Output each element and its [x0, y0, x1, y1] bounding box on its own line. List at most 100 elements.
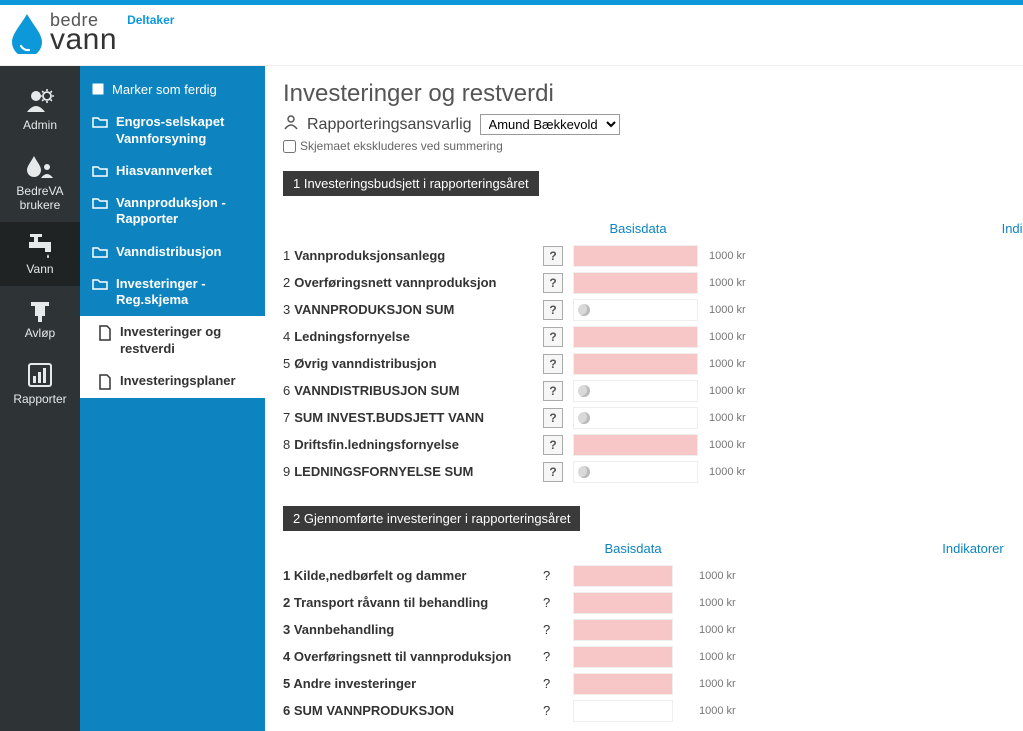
- section2-grid: Basisdata Indikatorer Basisdata 1 Kilde,…: [283, 541, 1023, 724]
- col-basisdata: Basisdata: [573, 541, 693, 556]
- sidebar-item-label: Engros-selskapet Vannforsyning: [116, 114, 253, 147]
- nav-brukere-label2: brukere: [0, 198, 80, 212]
- nav-rapporter-label: Rapporter: [0, 392, 80, 406]
- sidebar-item-0[interactable]: Engros-selskapet Vannforsyning: [80, 106, 265, 155]
- responsible-select[interactable]: Amund Bækkevold: [480, 114, 620, 135]
- table-row: 1Vannproduksjonsanlegg?1000 kr6132: [283, 242, 1023, 269]
- help-button[interactable]: ?: [543, 435, 563, 455]
- col-basisdata: Basisdata: [573, 221, 703, 236]
- logo: bedre vann Deltaker: [10, 11, 174, 55]
- unit-label: 1000 kr: [693, 651, 753, 663]
- row-label: 2Overføringsnett vannproduksjon: [283, 275, 543, 290]
- section1-columns: Basisdata Indikatorer 2016 Basisdata Ir: [283, 206, 1023, 236]
- sidebar-sub-1[interactable]: Investeringsplaner: [80, 365, 265, 398]
- exclude-label: Skjemaet ekskluderes ved summering: [300, 139, 503, 153]
- help-button[interactable]: ?: [543, 327, 563, 347]
- unit-label: 1000 kr: [693, 705, 753, 717]
- row-label: 4 Overføringsnett til vannproduksjon: [283, 649, 543, 664]
- help-button[interactable]: ?: [543, 568, 573, 583]
- help-button[interactable]: ?: [543, 462, 563, 482]
- nav-vann[interactable]: Vann: [0, 222, 80, 286]
- folder-icon: [92, 244, 108, 258]
- value-input[interactable]: [573, 673, 673, 695]
- drain-icon: [25, 298, 55, 322]
- row-label: 3 Vannbehandling: [283, 622, 543, 637]
- folder-icon: [92, 276, 108, 290]
- value-input[interactable]: [573, 434, 698, 456]
- help-button[interactable]: ?: [543, 595, 573, 610]
- page-title: Investeringer og restverdi: [283, 80, 1023, 108]
- exclude-row[interactable]: Skjemaet ekskluderes ved summering: [283, 139, 1023, 153]
- value-input[interactable]: [573, 565, 673, 587]
- sidebar-item-label: Vanndistribusjon: [116, 244, 221, 260]
- row-label: 6VANNDISTRIBUSJON SUM: [283, 383, 543, 398]
- users-drop-icon: [25, 154, 55, 180]
- value-input: [573, 299, 698, 321]
- sidebar-sub-0[interactable]: Investeringer og restverdi: [80, 316, 265, 365]
- value-input[interactable]: [573, 619, 673, 641]
- value-input[interactable]: [573, 592, 673, 614]
- sidebar-item-3[interactable]: Vanndistribusjon: [80, 236, 265, 268]
- help-button[interactable]: ?: [543, 622, 573, 637]
- sidebar-item-2[interactable]: Vannproduksjon - Rapporter: [80, 187, 265, 236]
- row-label: 5Øvrig vanndistribusjon: [283, 356, 543, 371]
- table-row: 8Driftsfin.ledningsfornyelse?1000 kr0: [283, 431, 1023, 458]
- admin-icon: [25, 88, 55, 114]
- help-button[interactable]: ?: [543, 703, 573, 718]
- unit-label: 1000 kr: [703, 331, 763, 343]
- nav-avlop[interactable]: Avløp: [0, 286, 80, 350]
- logo-subtitle: Deltaker: [127, 13, 174, 27]
- help-button[interactable]: ?: [543, 300, 563, 320]
- row-label: 6 SUM VANNPRODUKSJON: [283, 703, 543, 718]
- table-row: 5 Andre investeringer?1000 kr: [283, 670, 1023, 697]
- value-input[interactable]: [573, 646, 673, 668]
- table-row: 1 Kilde,nedbørfelt og dammer?1000 kr: [283, 562, 1023, 589]
- logo-text-main: vann: [50, 25, 117, 55]
- sidebar-item-4[interactable]: Investeringer - Reg.skjema: [80, 268, 265, 317]
- checkbox-icon: [92, 82, 104, 95]
- folder-icon: [92, 114, 108, 128]
- document-icon: [98, 373, 112, 390]
- nav-admin[interactable]: Admin: [0, 76, 80, 142]
- value-input[interactable]: [573, 353, 698, 375]
- section2-columns: Basisdata Indikatorer Basisdata: [283, 541, 1023, 556]
- person-icon: [283, 114, 299, 135]
- row-label: 3VANNPRODUKSJON SUM: [283, 302, 543, 317]
- value-input[interactable]: [573, 272, 698, 294]
- sidebar-item-label: Investeringer - Reg.skjema: [116, 276, 253, 309]
- sidebar-item-1[interactable]: Hiasvannverket: [80, 155, 265, 187]
- main-content: Investeringer og restverdi Rapporterings…: [265, 66, 1023, 731]
- col-indikatorer: Indikatorer: [913, 541, 1023, 556]
- unit-label: 1000 kr: [703, 358, 763, 370]
- help-button[interactable]: ?: [543, 354, 563, 374]
- help-button[interactable]: ?: [543, 381, 563, 401]
- exclude-checkbox[interactable]: [283, 140, 296, 153]
- table-row: 6 SUM VANNPRODUKSJON?1000 kr68: [283, 697, 1023, 724]
- section1-grid: Basisdata Indikatorer 2016 Basisdata Ir …: [283, 206, 1023, 485]
- faucet-icon: [25, 234, 55, 258]
- mark-complete-label: Marker som ferdig: [112, 82, 217, 98]
- table-row: 2 Transport råvann til behandling?1000 k…: [283, 589, 1023, 616]
- nav-brukere-label1: BedreVA: [0, 184, 80, 198]
- help-button[interactable]: ?: [543, 676, 573, 691]
- unit-label: 1000 kr: [693, 570, 753, 582]
- table-row: 3VANNPRODUKSJON SUM?1000 kr6132: [283, 296, 1023, 323]
- value-input[interactable]: [573, 245, 698, 267]
- mark-complete[interactable]: Marker som ferdig: [80, 74, 265, 106]
- help-button[interactable]: ?: [543, 649, 573, 664]
- help-button[interactable]: ?: [543, 273, 563, 293]
- row-label: 5 Andre investeringer: [283, 676, 543, 691]
- nav-brukere[interactable]: BedreVA brukere: [0, 142, 80, 222]
- value-input[interactable]: [573, 326, 698, 348]
- table-row: 3 Vannbehandling?1000 kr68: [283, 616, 1023, 643]
- row-label: 9LEDNINGSFORNYELSE SUM: [283, 464, 543, 479]
- responsible-row: Rapporteringsansvarlig Amund Bækkevold: [283, 114, 1023, 135]
- help-button[interactable]: ?: [543, 408, 563, 428]
- table-row: 4 Overføringsnett til vannproduksjon? 100…: [283, 643, 1023, 670]
- table-row: 2Overføringsnett vannproduksjon?1000 kr0: [283, 269, 1023, 296]
- value-input: [573, 700, 673, 722]
- help-button[interactable]: ?: [543, 246, 563, 266]
- sidebar-sub: Investeringer og restverdi Investeringsp…: [80, 316, 265, 398]
- table-row: 5Øvrig vanndistribusjon?1000 kr33992: [283, 350, 1023, 377]
- nav-rapporter[interactable]: Rapporter: [0, 350, 80, 416]
